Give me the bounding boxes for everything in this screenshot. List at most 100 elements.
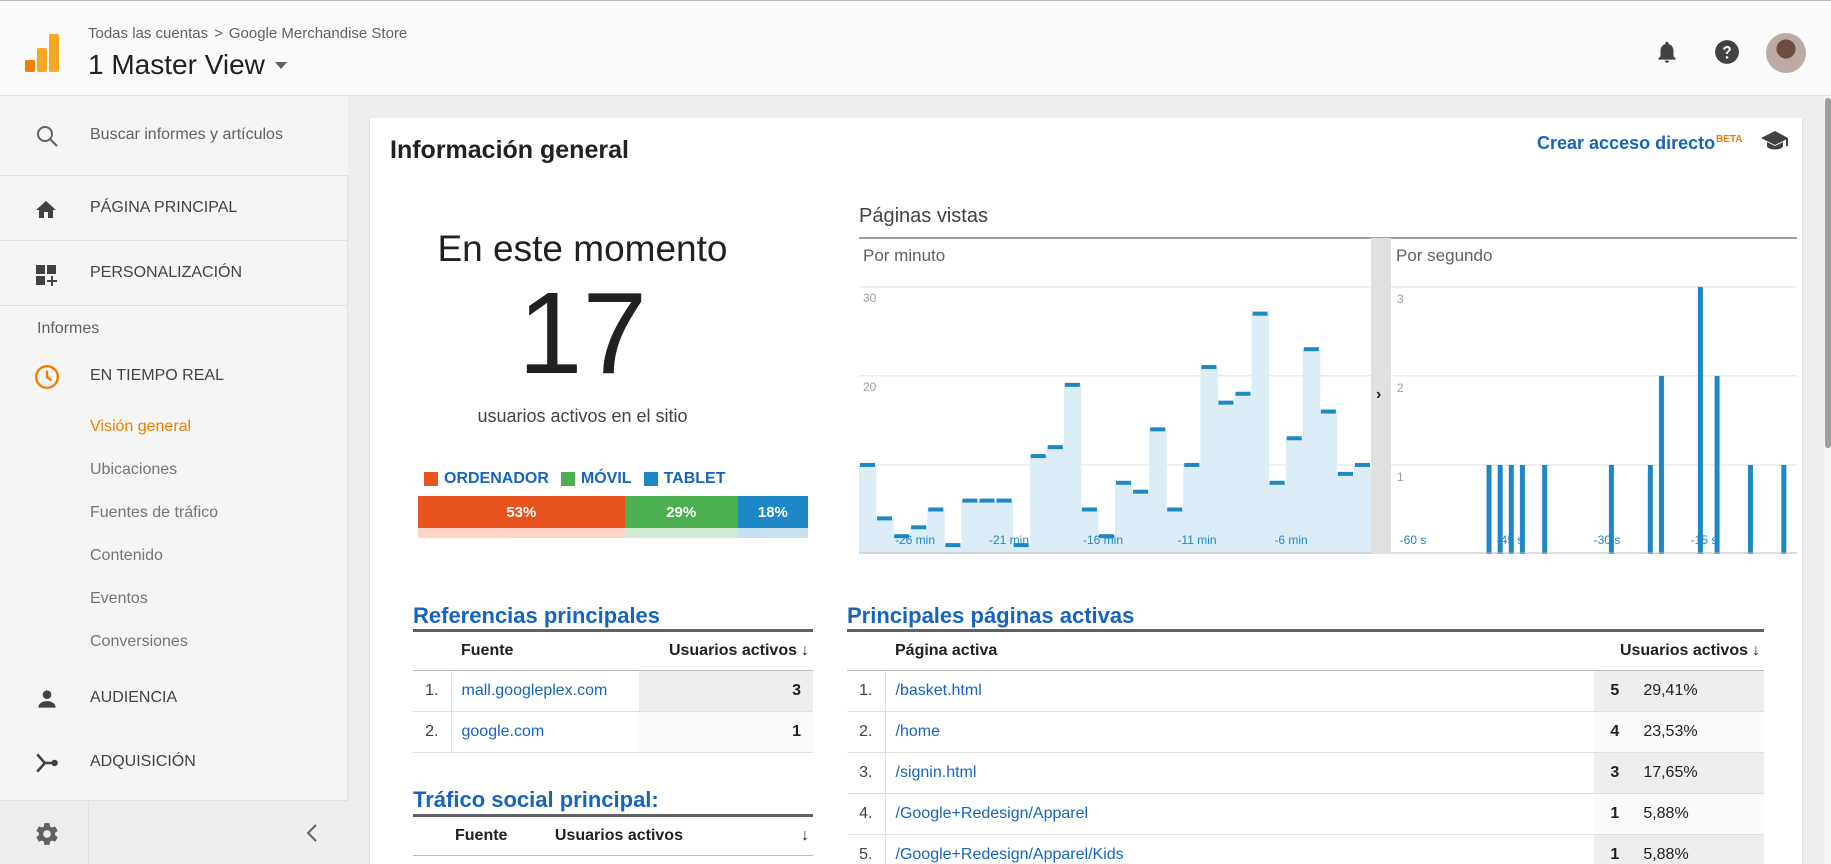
pageviews-title: Páginas vistas — [859, 205, 988, 227]
bar — [1047, 445, 1063, 450]
sidebar-subitem-traffic-sources[interactable]: Fuentes de tráfico — [90, 504, 218, 522]
avatar[interactable] — [1766, 33, 1806, 73]
home-icon — [36, 201, 56, 218]
legend-swatch-desktop — [424, 472, 438, 486]
bar — [860, 462, 876, 467]
row-index: 1. — [847, 670, 886, 712]
page-scrollbar[interactable] — [1824, 96, 1831, 864]
legend-desktop[interactable]: ORDENADOR — [424, 470, 549, 488]
row-index: 2. — [847, 711, 886, 753]
sidebar-item-realtime[interactable]: EN TIEMPO REAL — [0, 352, 348, 400]
breadcrumb-account[interactable]: Todas las cuentas — [88, 25, 208, 42]
device-share-bar: 53% 29% 18% — [418, 496, 808, 528]
col-active-page[interactable]: Página activa — [885, 629, 1594, 671]
bar — [877, 516, 893, 521]
sidebar-item-home[interactable]: PÁGINA PRINCIPAL — [0, 176, 348, 241]
bar-fill — [1166, 509, 1184, 554]
bar — [1320, 409, 1336, 414]
view-selector[interactable]: 1 Master View — [88, 49, 287, 81]
col-active-users[interactable]: Usuarios activos ↓ — [639, 629, 813, 671]
bar-fill — [1336, 473, 1355, 554]
sidebar-subitem-events[interactable]: Eventos — [90, 590, 148, 608]
gear-icon[interactable] — [34, 821, 60, 847]
legend-tablet[interactable]: TABLET — [643, 470, 725, 488]
right-now-label: En este momento — [437, 228, 728, 269]
search-icon[interactable] — [35, 124, 59, 148]
col-source[interactable]: Fuente — [451, 814, 551, 856]
device-share-reflection — [418, 528, 808, 538]
sidebar-subitem-content[interactable]: Contenido — [90, 547, 163, 565]
legend-swatch-tablet — [643, 472, 658, 486]
referral-users: 1 — [639, 711, 813, 753]
referral-source-link[interactable]: google.com — [451, 711, 640, 753]
active-page-link[interactable]: /basket.html — [885, 670, 1594, 712]
sidebar-item-label: PERSONALIZACIÓN — [90, 264, 243, 281]
bar-fill — [1251, 313, 1270, 554]
bar-fill — [961, 500, 979, 554]
legend-label: MÓVIL — [580, 470, 632, 487]
graduation-cap-icon[interactable] — [1760, 128, 1790, 152]
x-tick-label: -30 s — [1594, 533, 1621, 547]
bar — [1658, 375, 1664, 554]
bar-fill — [1217, 402, 1235, 554]
y-tick-label: 3 — [1397, 292, 1404, 306]
sort-down-icon: ↓ — [801, 827, 809, 844]
sidebar-item-label: EN TIEMPO REAL — [90, 367, 224, 384]
sidebar-subitem-conversions[interactable]: Conversiones — [90, 633, 188, 651]
active-page-link[interactable]: /Google+Redesign/Apparel — [885, 793, 1594, 835]
referral-source-link[interactable]: mall.googleplex.com — [451, 670, 640, 712]
referrals-table: Fuente Usuarios activos ↓ 1. mall.googlep… — [413, 629, 813, 753]
chevron-left-icon[interactable] — [304, 821, 320, 845]
create-shortcut-link[interactable]: Crear acceso directo — [1537, 133, 1715, 154]
sidebar-item-label: AUDIENCIA — [90, 689, 178, 706]
per-second-chart[interactable]: Por segundo 3 2 1 -60 s -45 s -30 s -15 s — [1391, 238, 1797, 554]
active-page-link[interactable]: /signin.html — [885, 752, 1594, 794]
active-page-users: 3 — [1594, 752, 1632, 794]
breadcrumb-property[interactable]: Google Merchandise Store — [229, 25, 407, 42]
active-page-link[interactable]: /Google+Redesign/Apparel/Kids — [885, 834, 1594, 864]
sidebar-item-audience[interactable]: AUDIENCIA — [0, 674, 348, 722]
active-pages-table: Página activa Usuarios activos ↓ 1. /bask… — [847, 629, 1764, 864]
col-source[interactable]: Fuente — [451, 629, 640, 671]
bar-fill — [927, 509, 945, 554]
bar — [945, 543, 961, 548]
bar-fill — [1063, 384, 1082, 554]
col-active-users[interactable]: Usuarios activos — [550, 814, 785, 856]
sidebar-subitem-overview[interactable]: Visión general — [90, 418, 191, 436]
sidebar-subitem-locations[interactable]: Ubicaciones — [90, 461, 177, 479]
bar-fill — [876, 518, 894, 554]
legend-mobile[interactable]: MÓVIL — [560, 470, 632, 488]
referral-users: 3 — [639, 670, 813, 712]
search-input[interactable] — [90, 122, 330, 148]
row-index: 2. — [413, 711, 452, 753]
sidebar-item-acquisition[interactable]: ADQUISICIÓN — [0, 738, 348, 786]
bar-fill — [1149, 429, 1167, 554]
analytics-logo-icon[interactable] — [25, 34, 59, 72]
sidebar-item-customization[interactable]: PERSONALIZACIÓN — [0, 241, 348, 306]
per-minute-chart[interactable]: Por minuto 302010-26 min-21 min-16 min-1… — [859, 238, 1391, 554]
bar-fill — [1234, 393, 1253, 554]
bar — [1235, 391, 1251, 396]
bar-fill — [1319, 411, 1338, 554]
footer-divider — [88, 801, 89, 864]
help-icon[interactable] — [1714, 39, 1740, 65]
scrollbar-thumb[interactable] — [1825, 98, 1831, 448]
x-tick-label: -21 min — [989, 533, 1029, 547]
col-index — [847, 629, 885, 671]
col-sort[interactable]: ↓ — [784, 814, 813, 856]
device-segment-mobile[interactable]: 29% — [624, 496, 738, 528]
table-header-row: Fuente Usuarios activos ↓ — [413, 814, 813, 856]
per-minute-chart-svg: 302010-26 min-21 min-16 min-11 min-6 min… — [859, 286, 1391, 554]
per-second-chart-svg: 3 2 1 -60 s -45 s -30 s -15 s — [1391, 286, 1797, 554]
device-segment-tablet[interactable]: 18% — [737, 496, 808, 528]
clock-icon — [34, 364, 60, 390]
chevron-right-icon[interactable]: › — [1376, 386, 1381, 404]
row-index: 1. — [413, 670, 452, 712]
active-page-link[interactable]: /home — [885, 711, 1594, 753]
bell-icon[interactable] — [1654, 39, 1680, 65]
active-users-subtitle: usuarios activos en el sitio — [477, 406, 688, 426]
col-source-label: Fuente — [455, 827, 508, 844]
device-segment-desktop[interactable]: 53% — [418, 496, 625, 528]
col-active-users[interactable]: Usuarios activos ↓ — [1594, 629, 1764, 671]
legend-label: ORDENADOR — [444, 470, 549, 487]
